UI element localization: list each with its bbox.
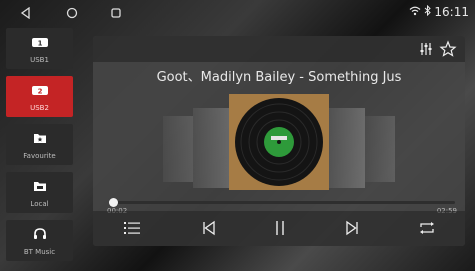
svg-text:1: 1 [37, 39, 42, 47]
sidebar-item-local[interactable]: Local [6, 172, 73, 213]
album-art [229, 94, 329, 190]
source-sidebar: 1 USB1 2 USB2 Favourite Local BT Music [6, 28, 73, 268]
bluetooth-icon [424, 4, 432, 19]
cover-card-right [325, 108, 365, 188]
music-player-panel: Goot、Madilyn Bailey - Something Jus 00:0… [93, 36, 465, 246]
pause-icon[interactable] [269, 217, 291, 239]
equalizer-icon[interactable] [417, 40, 435, 58]
progress-knob[interactable] [109, 198, 118, 207]
home-icon[interactable] [62, 3, 82, 23]
sidebar-item-favourite[interactable]: Favourite [6, 124, 73, 165]
sidebar-item-label: BT Music [23, 248, 56, 256]
album-coverflow[interactable] [93, 86, 465, 211]
star-icon[interactable] [439, 40, 457, 58]
cover-card-left-far [163, 116, 193, 182]
sidebar-item-usb1[interactable]: 1 USB1 [6, 28, 73, 69]
player-header [93, 36, 465, 62]
recents-icon[interactable] [106, 3, 126, 23]
favourite-folder-icon [33, 129, 47, 148]
usb2-icon: 2 [31, 81, 49, 100]
sidebar-item-bt-music[interactable]: BT Music [6, 220, 73, 261]
next-icon[interactable] [341, 217, 363, 239]
sidebar-item-label: Local [30, 200, 49, 208]
cover-card-left [193, 108, 233, 188]
clock: 16:11 [434, 5, 469, 19]
local-folder-icon [33, 177, 47, 196]
headphones-icon [33, 225, 47, 244]
sidebar-item-label: USB1 [30, 56, 49, 64]
playback-controls [93, 211, 465, 246]
cover-card-right-far [365, 116, 395, 182]
progress-bar[interactable] [109, 198, 455, 207]
back-icon[interactable] [16, 3, 36, 23]
status-area: 16:11 [409, 4, 469, 19]
previous-icon[interactable] [198, 217, 220, 239]
playlist-icon[interactable] [121, 217, 143, 239]
sidebar-item-label: Favourite [23, 152, 56, 160]
usb1-icon: 1 [31, 33, 49, 52]
track-title: Goot、Madilyn Bailey - Something Jus [156, 70, 402, 85]
sidebar-item-label: USB2 [30, 104, 49, 112]
wifi-icon [409, 5, 421, 19]
svg-text:2: 2 [37, 87, 42, 95]
sidebar-item-usb2[interactable]: 2 USB2 [6, 76, 73, 117]
repeat-icon[interactable] [416, 217, 438, 239]
system-bar: 16:11 [0, 0, 475, 26]
